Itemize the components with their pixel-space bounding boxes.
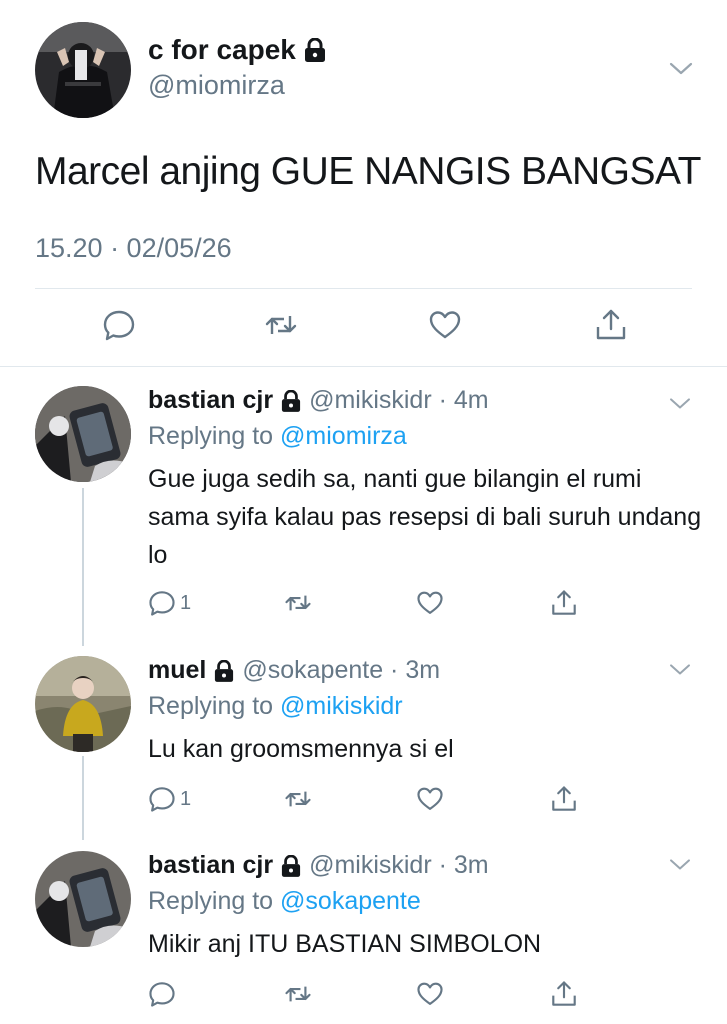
reply-icon: [148, 785, 176, 813]
share-icon[interactable]: [550, 784, 578, 814]
reply-icon[interactable]: [102, 308, 136, 342]
display-name[interactable]: bastian cjr: [148, 851, 273, 880]
reply-icon: [148, 589, 176, 617]
reply-header: bastian cjr @mikiskidr · 3m: [148, 851, 489, 880]
display-name-text[interactable]: c for capek: [148, 34, 296, 66]
reply-icon: [148, 980, 176, 1008]
tweet-text: Marcel anjing GUE NANGIS BANGSAT: [35, 150, 701, 193]
share-icon[interactable]: [550, 979, 578, 1009]
replying-to: Replying to @miomirza: [148, 422, 407, 451]
replying-prefix: Replying to: [148, 887, 274, 915]
reply-text: Gue juga sedih sa, nanti gue bilangin el…: [148, 465, 702, 569]
lock-icon: [214, 659, 234, 682]
chevron-down-icon[interactable]: [668, 58, 694, 78]
replying-to: Replying to @mikiskidr: [148, 692, 403, 721]
tweet-timestamp[interactable]: 15.20 · 02/05/26: [35, 233, 232, 264]
replying-prefix: Replying to: [148, 422, 274, 450]
retweet-icon[interactable]: [264, 308, 298, 342]
chevron-down-icon[interactable]: [668, 394, 692, 412]
reply-actions: 1: [0, 588, 727, 618]
replying-to: Replying to @sokapente: [148, 887, 421, 916]
share-icon[interactable]: [594, 308, 628, 342]
avatar[interactable]: [35, 656, 131, 752]
heart-icon[interactable]: [416, 979, 444, 1009]
tweet-actions: [0, 300, 727, 352]
display-name[interactable]: bastian cjr: [148, 386, 273, 415]
reply-text: Mikir anj ITU BASTIAN SIMBOLON: [148, 930, 542, 958]
chevron-down-icon[interactable]: [668, 660, 692, 678]
reply-button[interactable]: 1: [148, 588, 191, 618]
lock-icon: [281, 389, 301, 412]
display-name[interactable]: c for capek: [148, 34, 326, 66]
mention-link[interactable]: @sokapente: [280, 887, 421, 915]
handle-timestamp[interactable]: @sokapente · 3m: [242, 656, 440, 685]
reply-tweet: bastian cjr @mikiskidr · 3m Replying to …: [0, 845, 727, 1024]
reply-header: bastian cjr @mikiskidr · 4m: [148, 386, 489, 415]
retweet-icon[interactable]: [284, 784, 312, 814]
chevron-down-icon[interactable]: [668, 855, 692, 873]
avatar[interactable]: [35, 851, 131, 947]
retweet-icon[interactable]: [284, 588, 312, 618]
divider: [35, 288, 692, 289]
avatar[interactable]: [35, 22, 131, 118]
reply-button[interactable]: 1: [148, 784, 191, 814]
reply-button[interactable]: [148, 979, 180, 1009]
mention-link[interactable]: @miomirza: [280, 422, 407, 450]
handle-timestamp[interactable]: @mikiskidr · 4m: [309, 386, 489, 415]
display-name[interactable]: muel: [148, 656, 206, 685]
handle-timestamp[interactable]: @mikiskidr · 3m: [309, 851, 489, 880]
replying-prefix: Replying to: [148, 692, 274, 720]
reply-tweet: bastian cjr @mikiskidr · 4m Replying to …: [0, 380, 727, 640]
section-divider: [0, 366, 727, 367]
main-tweet: c for capek @miomirza Marcel anjing GUE …: [0, 0, 727, 366]
reply-count: 1: [180, 787, 192, 810]
reply-tweet: muel @sokapente · 3m Replying to @mikisk…: [0, 650, 727, 840]
reply-actions: [0, 979, 727, 1009]
handle[interactable]: @miomirza: [148, 70, 285, 101]
avatar[interactable]: [35, 386, 131, 482]
heart-icon[interactable]: [428, 308, 462, 342]
heart-icon[interactable]: [416, 588, 444, 618]
reply-actions: 1: [0, 784, 727, 814]
reply-header: muel @sokapente · 3m: [148, 656, 440, 685]
share-icon[interactable]: [550, 588, 578, 618]
retweet-icon[interactable]: [284, 979, 312, 1009]
reply-text: Lu kan groomsmennya si el: [148, 735, 454, 763]
lock-icon: [304, 38, 326, 62]
reply-count: 1: [180, 591, 192, 614]
mention-link[interactable]: @mikiskidr: [280, 692, 403, 720]
lock-icon: [281, 854, 301, 877]
heart-icon[interactable]: [416, 784, 444, 814]
